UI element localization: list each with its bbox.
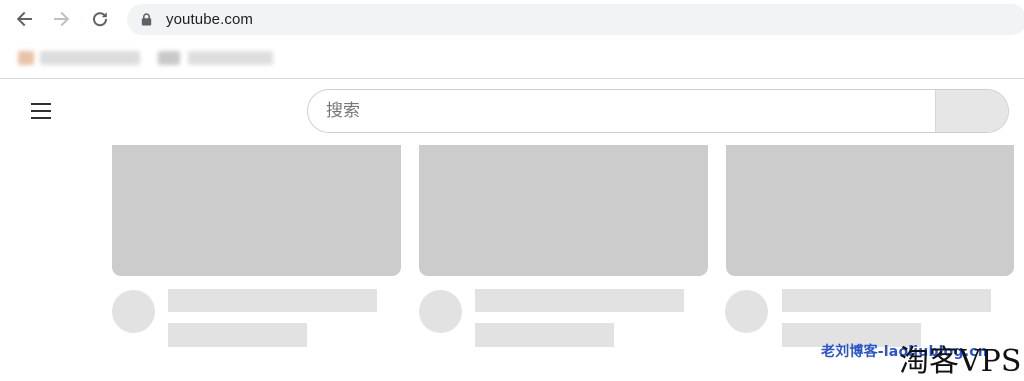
back-button[interactable] (11, 6, 37, 32)
search-box (307, 89, 1009, 133)
bookmark-item[interactable] (188, 51, 273, 65)
url-text: youtube.com (166, 11, 253, 28)
lock-icon (141, 13, 153, 27)
bookmark-item[interactable] (18, 51, 34, 65)
search-button[interactable] (935, 90, 1008, 132)
search-input[interactable] (308, 90, 934, 132)
forward-button[interactable] (49, 6, 75, 32)
metadata-placeholder (168, 323, 307, 347)
browser-window: youtube.com 搜索 老刘博客-laoliublog.cn 淘客VPS (0, 0, 1024, 381)
arrow-right-icon (54, 11, 70, 27)
refresh-icon (93, 12, 108, 27)
browser-toolbar: youtube.com (0, 0, 1024, 38)
title-placeholder (782, 289, 991, 312)
avatar-placeholder (419, 290, 462, 333)
address-bar[interactable]: youtube.com (127, 4, 1024, 35)
bookmark-item[interactable] (158, 51, 180, 65)
thumbnail-placeholder (726, 145, 1014, 276)
brand-watermark: 淘客VPS (899, 344, 1022, 379)
title-placeholder (168, 289, 377, 312)
metadata-placeholder (475, 323, 614, 347)
hamburger-menu-icon[interactable] (28, 99, 54, 123)
avatar-placeholder (725, 290, 768, 333)
youtube-header (0, 79, 1024, 145)
bookmark-item[interactable] (40, 51, 140, 65)
thumbnail-placeholder (419, 145, 708, 276)
reload-button[interactable] (87, 6, 113, 32)
bookmarks-bar (0, 38, 1024, 79)
thumbnail-placeholder (112, 145, 401, 276)
avatar-placeholder (112, 290, 155, 333)
arrow-left-icon (16, 11, 32, 27)
title-placeholder (475, 289, 684, 312)
